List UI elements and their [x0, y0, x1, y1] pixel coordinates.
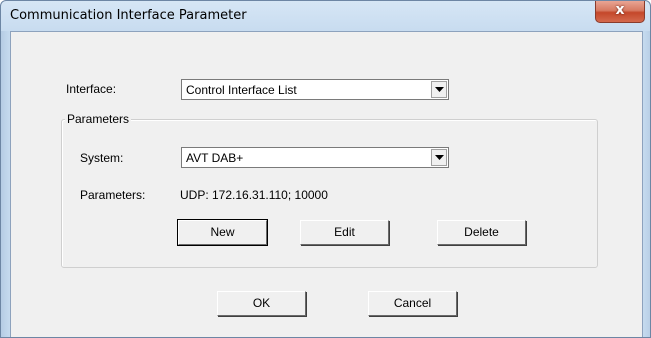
ok-button[interactable]: OK — [217, 291, 306, 316]
delete-button[interactable]: Delete — [437, 220, 526, 245]
chevron-down-icon — [435, 87, 444, 92]
parameters-group: Parameters System: AVT DAB+ Parameters: … — [61, 112, 598, 268]
window-frame-left — [1, 31, 10, 337]
system-label: System: — [80, 151, 124, 165]
interface-select-value: Control Interface List — [186, 83, 297, 97]
system-select-value: AVT DAB+ — [186, 151, 244, 165]
parameters-value: UDP: 172.16.31.110; 10000 — [180, 188, 328, 202]
cancel-button[interactable]: Cancel — [368, 291, 457, 316]
new-button[interactable]: New — [177, 219, 268, 246]
window-title: Communication Interface Parameter — [10, 8, 247, 23]
dialog-client-area: Interface: Control Interface List Parame… — [10, 31, 643, 337]
interface-dropdown-button[interactable] — [431, 81, 447, 98]
system-dropdown-button[interactable] — [431, 149, 447, 166]
edit-button[interactable]: Edit — [300, 220, 389, 245]
interface-label: Interface: — [66, 82, 117, 96]
parameters-group-legend: Parameters — [65, 112, 132, 126]
parameters-label: Parameters: — [80, 188, 146, 202]
window-frame-right — [643, 31, 650, 337]
interface-select[interactable]: Control Interface List — [181, 79, 449, 100]
chevron-down-icon — [435, 155, 444, 160]
system-select[interactable]: AVT DAB+ — [181, 147, 449, 168]
dialog-window: Communication Interface Parameter x Inte… — [0, 0, 651, 338]
title-bar[interactable]: Communication Interface Parameter x — [1, 1, 650, 31]
close-button[interactable]: x — [595, 1, 645, 23]
close-icon: x — [615, 2, 625, 18]
